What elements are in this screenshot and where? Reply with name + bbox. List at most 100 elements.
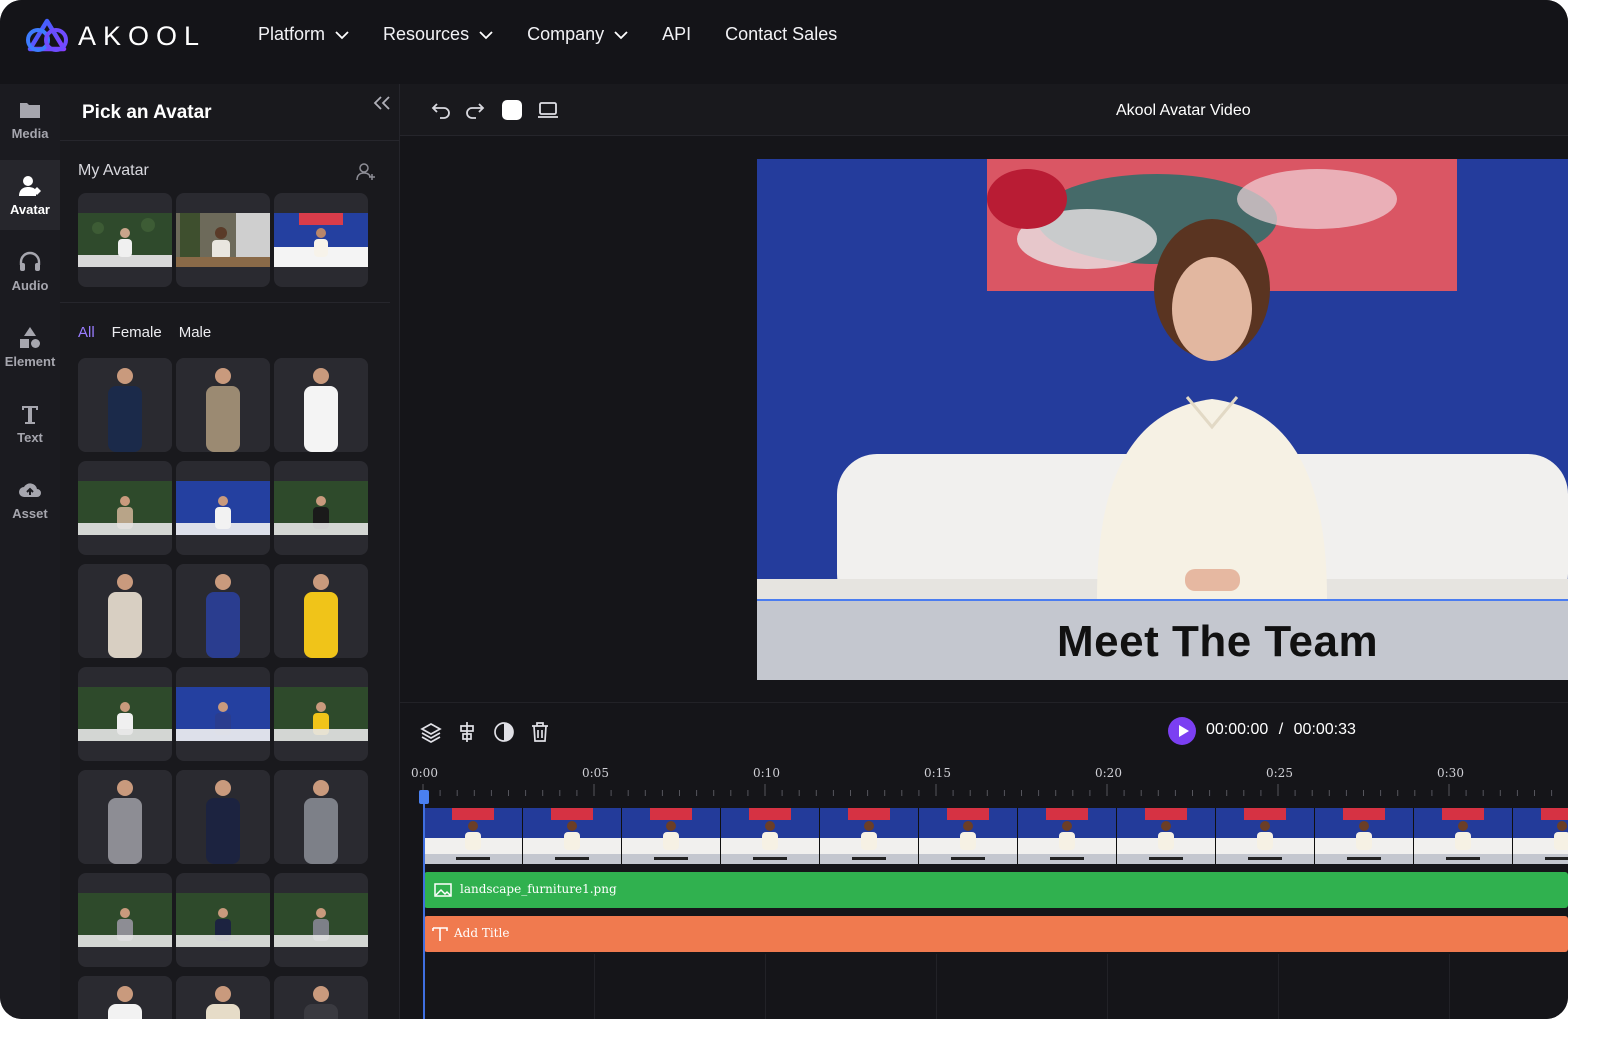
caption-text[interactable]: Meet The Team [1057,617,1378,667]
nav-label: API [662,24,692,44]
video-track[interactable] [424,808,1568,864]
avatar-option[interactable] [78,770,172,864]
rail-item-element[interactable]: Element [0,312,60,382]
headphones-icon [19,251,41,271]
video-frame-thumb [622,808,721,864]
background-color-icon[interactable] [500,100,522,120]
rail-item-asset[interactable]: Asset [0,464,60,534]
collapse-panel-icon[interactable] [372,94,392,112]
filter-male[interactable]: Male [179,324,212,341]
playhead-handle[interactable] [419,790,429,804]
video-frame-image [622,808,720,864]
contrast-icon[interactable] [493,721,515,743]
video-frame-thumb [1117,808,1216,864]
avatar-option[interactable] [78,667,172,761]
avatar-option[interactable] [78,564,172,658]
nav-item-platform[interactable]: Platform [258,24,349,45]
avatar-option[interactable] [78,461,172,555]
avatar-preview-image [78,770,172,864]
tool-rail: Media Avatar Audio Element Text Asset [0,84,60,1019]
rail-item-avatar[interactable]: Avatar [0,160,60,230]
video-frame-thumb [1018,808,1117,864]
title-track[interactable]: Add Title [424,916,1568,952]
aspect-ratio-icon[interactable] [537,100,559,120]
playhead[interactable] [423,794,425,1019]
avatar-preview-image [274,893,368,947]
total-time: 00:00:33 [1293,721,1356,738]
avatar-preview-image [176,770,270,864]
undo-icon[interactable] [430,100,452,120]
avatar-preview-image [78,481,172,535]
avatar-option[interactable] [176,667,270,761]
filter-female[interactable]: Female [112,324,162,341]
editor: Akool Avatar Video Meet The Team 00:00:0… [400,84,1568,1019]
avatar-preview-image [176,687,270,741]
rail-label: Element [4,353,56,369]
avatar-option[interactable] [274,564,368,658]
nav-item-resources[interactable]: Resources [383,24,493,45]
avatar-option[interactable] [274,873,368,967]
avatar-option[interactable] [78,873,172,967]
avatar-option[interactable] [274,667,368,761]
avatar-preview-image [78,976,172,1019]
avatar-preview-image [176,481,270,535]
avatar-option[interactable] [274,358,368,452]
avatar-option[interactable] [176,564,270,658]
title-track-label: Add Title [454,926,510,940]
avatar-option[interactable] [274,770,368,864]
video-frame-image [424,808,522,864]
rail-item-text[interactable]: Text [0,388,60,458]
rail-item-media[interactable]: Media [0,84,60,154]
avatar-preview-image [274,976,368,1019]
divider [765,954,766,1019]
filter-all[interactable]: All [78,324,95,341]
project-title[interactable]: Akool Avatar Video [1116,102,1251,120]
redo-icon[interactable] [464,100,486,120]
video-frame-image [721,808,819,864]
editor-toolbar: Akool Avatar Video [400,84,1568,136]
avatar-option[interactable] [176,461,270,555]
avatar-option[interactable] [176,358,270,452]
avatar-preview-image [78,213,172,267]
play-button[interactable] [1168,717,1196,745]
rail-item-audio[interactable]: Audio [0,236,60,306]
delete-icon[interactable] [529,721,551,743]
avatar-preview-image [176,564,270,658]
avatar-preview-image [274,687,368,741]
image-icon [434,883,452,897]
video-canvas[interactable]: Meet The Team [757,159,1568,680]
chevron-down-icon [335,30,349,39]
divider [594,954,595,1019]
align-icon[interactable] [456,721,478,743]
avatar-option[interactable] [274,976,368,1019]
avatar-option[interactable] [176,770,270,864]
add-avatar-icon[interactable] [356,162,376,182]
nav-item-company[interactable]: Company [527,24,628,45]
nav-item-api[interactable]: API [662,24,691,45]
my-avatar-thumb[interactable] [274,193,368,287]
brand-name: AKOOL [78,20,207,51]
video-frame-image [919,808,1017,864]
ruler-ticks [422,784,1553,796]
akool-logo[interactable]: AKOOL [24,18,206,54]
avatar-preview-image [274,564,368,658]
avatar-option[interactable] [78,976,172,1019]
avatar-option[interactable] [274,461,368,555]
avatar-option[interactable] [176,873,270,967]
image-track[interactable]: landscape_furniture1.png [424,872,1568,908]
video-frame-thumb [721,808,820,864]
avatar-option[interactable] [78,358,172,452]
avatar-panel: Pick an Avatar My Avatar All Female Male [60,84,400,1019]
avatar-preview-image [176,213,270,267]
my-avatar-thumb[interactable] [78,193,172,287]
layers-icon[interactable] [420,721,442,743]
rail-label: Asset [12,505,48,521]
video-frame-image [1513,808,1568,864]
nav-item-contact-sales[interactable]: Contact Sales [725,24,837,45]
app-window: AKOOL Platform Resources Company API Con… [0,0,1568,1019]
my-avatar-thumb[interactable] [176,193,270,287]
avatar-option[interactable] [176,976,270,1019]
caption-bar[interactable]: Meet The Team [757,599,1568,680]
timeline-ruler[interactable]: 0:00 0:05 0:10 0:15 0:20 0:25 0:30 [400,760,1568,800]
time-separator: / [1278,721,1284,738]
